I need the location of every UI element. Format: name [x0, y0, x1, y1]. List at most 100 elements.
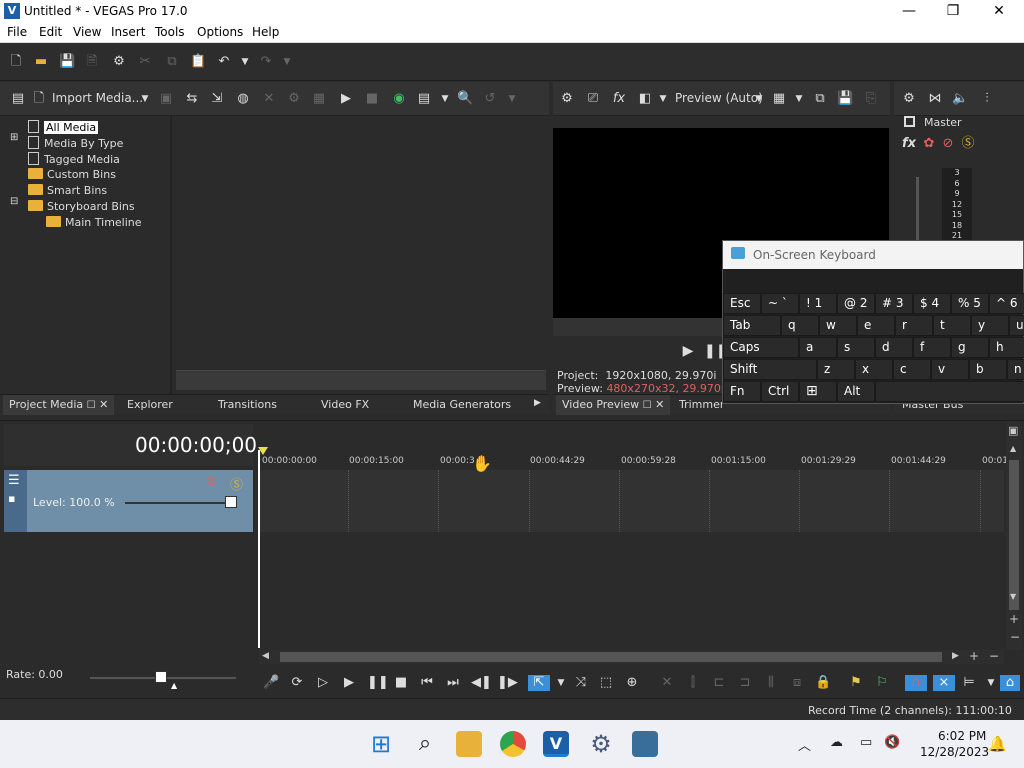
key-b[interactable]: b [969, 359, 1007, 380]
tab-video-fx[interactable]: Video FX [321, 398, 369, 411]
tree-item-main-timeline[interactable]: Main Timeline [46, 216, 142, 229]
views-dropdown-icon[interactable]: ▼ [437, 91, 453, 107]
split-icon[interactable]: ⫼ [763, 675, 779, 691]
trim-start-icon[interactable]: ⊏ [711, 675, 727, 691]
key-4[interactable]: $ 4 [913, 293, 951, 314]
fx-icon[interactable]: fx [901, 136, 917, 152]
scroll-down-icon[interactable]: ▼ [1010, 592, 1016, 601]
key-1[interactable]: ! 1 [799, 293, 837, 314]
auto-crossfade-icon[interactable]: ⨯ [933, 675, 955, 691]
ripple-dropdown-icon[interactable]: ▼ [983, 675, 999, 691]
horizontal-scrollbar[interactable]: ◀ ▶ + − [258, 649, 1004, 664]
key-c[interactable]: c [893, 359, 931, 380]
vegas-taskbar-icon[interactable]: V [543, 731, 569, 757]
import-media-icon[interactable]: 🗋 [31, 91, 47, 107]
cut-icon[interactable]: ✂ [137, 54, 153, 70]
get-media-icon[interactable]: ⇆ [184, 91, 200, 107]
key-h[interactable]: h [989, 337, 1024, 358]
media-views-icon[interactable]: ▤ [10, 91, 26, 107]
tab-video-preview[interactable]: Video Preview ☐ ✕ [556, 395, 671, 415]
stop-icon[interactable]: ■ [393, 675, 409, 691]
speaker-icon[interactable]: 🔈 [952, 91, 968, 107]
pause-icon[interactable]: ❚❚ [704, 343, 727, 359]
properties-icon[interactable]: ⚙ [286, 91, 302, 107]
key-tab[interactable]: Tab [723, 315, 781, 336]
copy-snapshot-icon[interactable]: ⧉ [812, 91, 828, 107]
loop-icon[interactable]: ⟳ [289, 675, 305, 691]
master-fader[interactable] [916, 177, 919, 247]
clock-date[interactable]: 12/28/2023 [920, 745, 989, 759]
menu-options[interactable]: Options [197, 25, 243, 39]
key-u[interactable]: u [1009, 315, 1024, 336]
go-to-start-icon[interactable]: ⏮ [419, 675, 435, 691]
tab-trimmer[interactable]: Trimmer [679, 398, 724, 411]
scroll-thumb[interactable] [1009, 460, 1019, 610]
key-q[interactable]: q [781, 315, 819, 336]
fx-media-icon[interactable]: ▦ [311, 91, 327, 107]
media-scrollbar[interactable] [176, 370, 546, 390]
settings-icon[interactable]: ⚙ [588, 731, 614, 757]
key-a[interactable]: a [799, 337, 837, 358]
gear-icon[interactable]: ⚙ [111, 54, 127, 70]
tab-media-generators[interactable]: Media Generators [413, 398, 511, 411]
tree-item-storyboard-bins[interactable]: Storyboard Bins [28, 200, 135, 213]
display-icon[interactable]: ▭ [860, 735, 872, 750]
split-dropdown-icon[interactable]: ▼ [655, 91, 671, 107]
gear-icon[interactable]: ⚙ [901, 91, 917, 107]
solo-icon[interactable]: Ⓢ [230, 474, 243, 493]
key-esc[interactable]: Esc [723, 293, 761, 314]
open-folder-icon[interactable]: ▬ [33, 54, 49, 70]
play-from-start-icon[interactable]: ▷ [315, 675, 331, 691]
lock-envelopes-icon[interactable]: ⌂ [1000, 675, 1020, 691]
scroll-up-icon[interactable]: ▲ [1010, 444, 1016, 453]
mute-icon[interactable]: ⊘ [940, 136, 956, 152]
master-checkbox[interactable] [904, 116, 915, 127]
save-as-icon[interactable]: 🗎 [84, 54, 100, 70]
undo-icon[interactable]: ↶ [216, 54, 232, 70]
tree-item-media-by-type[interactable]: Media By Type [28, 136, 123, 150]
key-f[interactable]: f [913, 337, 951, 358]
save-snapshot-icon[interactable]: 💾 [837, 91, 853, 107]
key-3[interactable]: # 3 [875, 293, 913, 314]
new-file-icon[interactable]: 🗋 [8, 54, 24, 70]
zoom-in-icon[interactable]: + [1009, 612, 1019, 626]
split-screen-icon[interactable]: ◧ [637, 91, 653, 107]
mixer-icon[interactable]: ⫶ [979, 91, 995, 107]
marker-icon[interactable]: ⚑ [848, 675, 864, 691]
track-list-icon[interactable]: ▣ [1008, 424, 1018, 437]
speaker-muted-icon[interactable]: 🔇 [884, 735, 900, 750]
h-zoom-out-icon[interactable]: − [989, 649, 999, 663]
menu-edit[interactable]: Edit [39, 25, 62, 39]
event-icon[interactable]: ⧈ [789, 675, 805, 691]
downmix-icon[interactable]: ⋈ [927, 91, 943, 107]
chrome-icon[interactable] [500, 731, 526, 757]
fx-icon[interactable]: fx [611, 91, 627, 107]
fx-chain-icon[interactable]: ✿ [921, 136, 937, 152]
zoom-tool-icon[interactable]: ⊕ [624, 675, 640, 691]
undo-dropdown-icon[interactable]: ▼ [237, 54, 253, 70]
copy-icon[interactable]: ⧉ [164, 54, 180, 70]
play-icon[interactable]: ▶ [680, 343, 696, 359]
start-icon[interactable]: ⊞ [368, 731, 394, 757]
tab-project-media[interactable]: Project Media ☐ ✕ [3, 395, 115, 415]
key-e[interactable]: e [857, 315, 895, 336]
key-t[interactable]: t [933, 315, 971, 336]
key-z[interactable]: z [817, 359, 855, 380]
splitter[interactable] [170, 116, 172, 396]
lock-icon[interactable]: 🔒 [815, 675, 831, 691]
grid-dropdown-icon[interactable]: ▼ [791, 91, 807, 107]
scroll-left-icon[interactable]: ◀ [262, 651, 269, 661]
key-space[interactable] [875, 381, 1024, 402]
vertical-scrollbar[interactable]: ▣ ▲ ▼ + − [1006, 422, 1022, 650]
normal-edit-tool-icon[interactable]: ⇱ [528, 675, 550, 691]
save-icon[interactable]: 💾 [59, 54, 75, 70]
key-5[interactable]: % 5 [951, 293, 989, 314]
play-media-icon[interactable]: ▶ [338, 91, 354, 107]
import-dropdown-icon[interactable]: ▼ [137, 91, 153, 107]
maximize-button[interactable]: ❐ [930, 0, 976, 23]
tab-transitions[interactable]: Transitions [218, 398, 277, 411]
track-menu-icon[interactable]: ☰ [8, 473, 20, 488]
key-s[interactable]: s [837, 337, 875, 358]
dock-icon[interactable]: ☐ [643, 400, 652, 411]
clock-time[interactable]: 6:02 PM [938, 729, 986, 743]
